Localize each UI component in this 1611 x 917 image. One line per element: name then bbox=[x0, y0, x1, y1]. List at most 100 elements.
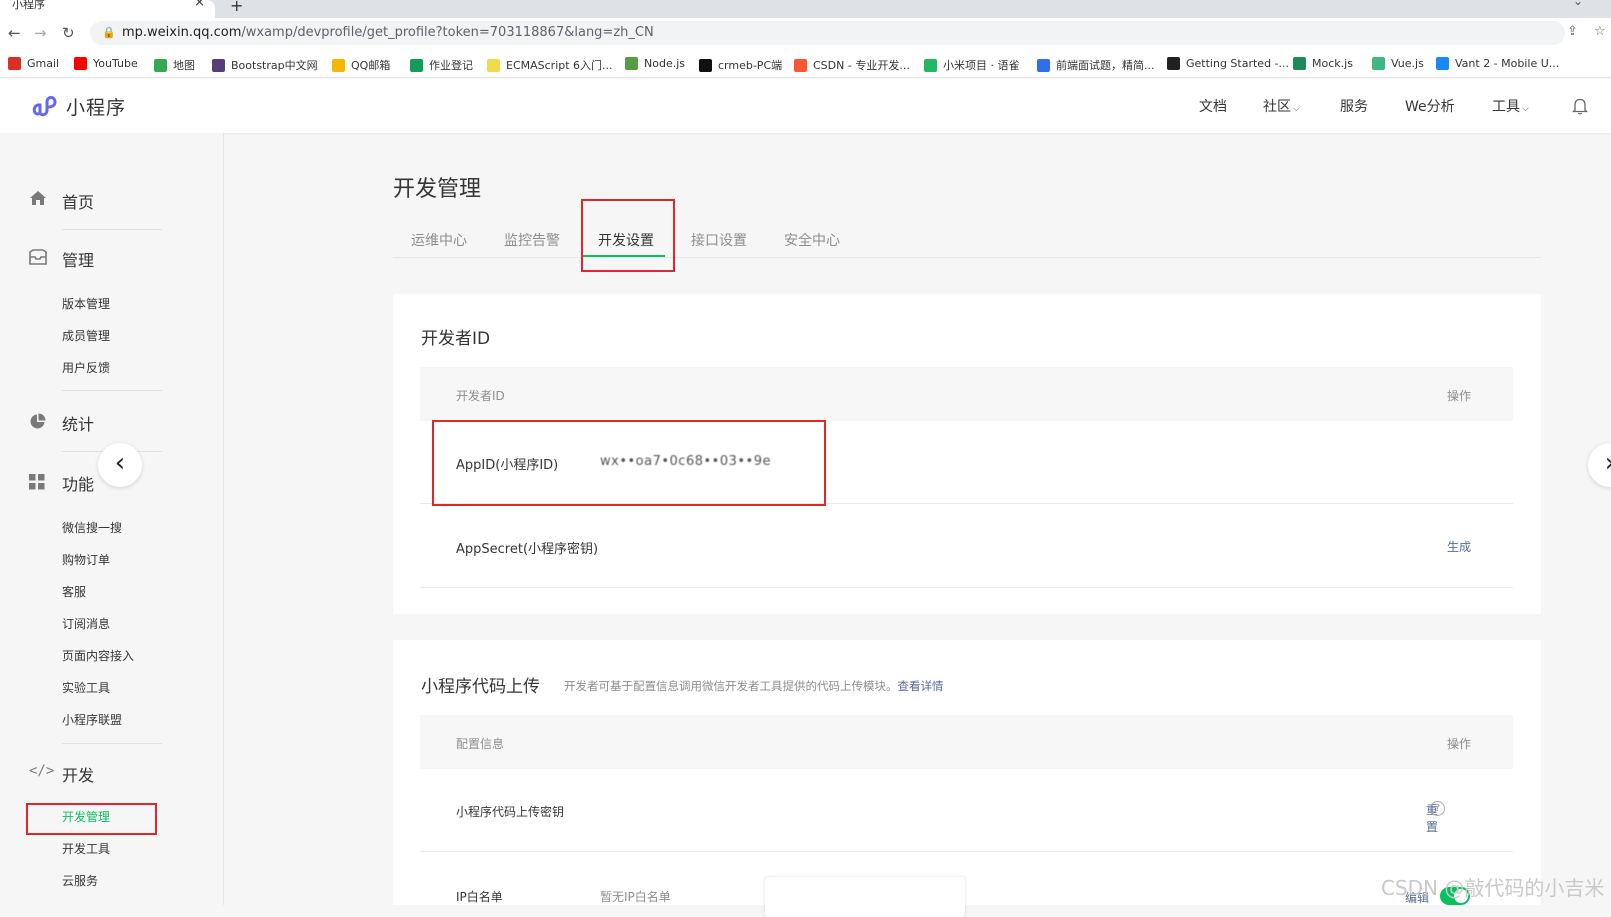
sidebar-item-manage[interactable]: 管理 bbox=[62, 247, 94, 271]
csdn-icon bbox=[794, 58, 807, 72]
sidebar-item-features[interactable]: 功能 bbox=[62, 471, 94, 495]
nav-community-label: 社区 bbox=[1263, 99, 1291, 115]
tab-monitoring[interactable]: 监控告警 bbox=[504, 230, 560, 250]
sidebar-item-dev[interactable]: 开发 bbox=[62, 762, 94, 786]
divider bbox=[62, 743, 162, 744]
nav-docs[interactable]: 文档 bbox=[1199, 96, 1227, 116]
sidebar-item-alliance[interactable]: 小程序联盟 bbox=[62, 711, 122, 728]
new-tab-button[interactable]: + bbox=[230, 0, 243, 15]
nav-service[interactable]: 服务 bbox=[1340, 96, 1368, 116]
bookmark-label: 作业登记 bbox=[429, 59, 473, 72]
sheet-icon bbox=[410, 58, 423, 72]
share-icon[interactable]: ⇪ bbox=[1567, 24, 1578, 39]
nav-community[interactable]: 社区 ⌵ bbox=[1263, 96, 1300, 116]
url-field[interactable]: 🔒 mp.weixin.qq.com/wxamp/devprofile/get_… bbox=[90, 21, 1565, 45]
appsecret-label: AppSecret(小程序密钥) bbox=[456, 542, 599, 557]
help-icon[interactable]: ? bbox=[1430, 801, 1445, 816]
bookmark-nodejs[interactable]: Node.js bbox=[625, 57, 685, 70]
bookmark-yuque[interactable]: 小米项目 · 语雀 bbox=[924, 57, 1020, 73]
tooltip-popover bbox=[765, 877, 965, 917]
column-header-action: 操作 bbox=[1447, 389, 1472, 403]
watermark: CSDN @敲代码的小吉米 bbox=[1381, 876, 1605, 900]
forward-icon[interactable]: → bbox=[34, 24, 47, 42]
gmail-icon bbox=[8, 57, 21, 70]
bookmark-label: Mock.js bbox=[1312, 57, 1353, 70]
card-title: 小程序代码上传 bbox=[421, 677, 540, 697]
upload-key-label: 小程序代码上传密钥 bbox=[456, 805, 565, 819]
bookmark-label: 小米项目 · 语雀 bbox=[943, 59, 1020, 72]
bookmark-label: CSDN - 专业开发... bbox=[813, 59, 910, 72]
doc-icon bbox=[1037, 58, 1050, 72]
sidebar-item-home[interactable]: 首页 bbox=[62, 189, 94, 213]
bookmark-label: Gmail bbox=[27, 57, 60, 70]
sidebar-item-customer-service[interactable]: 客服 bbox=[62, 583, 86, 600]
sidebar-item-page-content[interactable]: 页面内容接入 bbox=[62, 647, 134, 664]
tab-security[interactable]: 安全中心 bbox=[784, 230, 840, 250]
code-icon: </> bbox=[29, 763, 55, 779]
generate-secret-link[interactable]: 生成 bbox=[1447, 538, 1471, 555]
divider bbox=[62, 390, 162, 391]
sidebar: 首页 管理 版本管理 成员管理 用户反馈 统计 功能 微信搜一搜 购物订单 客服… bbox=[0, 133, 224, 905]
sidebar-item-version[interactable]: 版本管理 bbox=[62, 295, 110, 312]
bootstrap-icon bbox=[212, 58, 225, 72]
bookmark-youtube[interactable]: YouTube bbox=[74, 57, 138, 70]
bookmark-bootstrap[interactable]: Bootstrap中文网 bbox=[212, 57, 318, 73]
sidebar-item-subscribe[interactable]: 订阅消息 bbox=[62, 615, 110, 632]
divider bbox=[62, 229, 162, 230]
bookmark-mock[interactable]: Mock.js bbox=[1293, 57, 1353, 70]
tab-ops-center[interactable]: 运维中心 bbox=[411, 230, 467, 250]
sidebar-item-cloud[interactable]: 云服务 bbox=[62, 872, 98, 889]
bell-icon[interactable] bbox=[1572, 97, 1588, 115]
highlight-box bbox=[432, 420, 826, 506]
bookmark-label: Vue.js bbox=[1391, 57, 1424, 70]
close-tab-icon[interactable]: × bbox=[194, 0, 205, 9]
sidebar-item-experiment[interactable]: 实验工具 bbox=[62, 679, 110, 696]
chevron-down-icon: ⌵ bbox=[1293, 104, 1300, 114]
bookmark-doc[interactable]: 前端面试题，精简... bbox=[1037, 57, 1155, 73]
bookmark-maps[interactable]: 地图 bbox=[154, 57, 195, 73]
grid-icon bbox=[29, 474, 45, 490]
tab-api-settings[interactable]: 接口设置 bbox=[691, 230, 747, 250]
bookmark-qqmail[interactable]: QQ邮箱 bbox=[332, 57, 390, 73]
tab-search-icon[interactable]: ⌄ bbox=[1573, 0, 1583, 8]
bookmark-vant[interactable]: Vant 2 - Mobile U... bbox=[1436, 57, 1559, 70]
bookmark-github[interactable]: Getting Started -... bbox=[1167, 57, 1289, 70]
nav-tools[interactable]: 工具 ⌵ bbox=[1492, 96, 1529, 116]
bookmark-label: Node.js bbox=[644, 57, 685, 70]
bookmark-label: QQ邮箱 bbox=[351, 59, 391, 72]
chevron-right-icon[interactable]: › bbox=[1588, 443, 1611, 487]
table-header: 开发者ID 操作 bbox=[420, 367, 1513, 421]
star-icon[interactable]: ☆ bbox=[1594, 24, 1606, 39]
bookmark-csdn[interactable]: CSDN - 专业开发... bbox=[794, 57, 910, 73]
view-details-link[interactable]: 查看详情 bbox=[898, 679, 944, 693]
sidebar-item-orders[interactable]: 购物订单 bbox=[62, 551, 110, 568]
nav-we-analysis[interactable]: We分析 bbox=[1405, 96, 1455, 116]
back-icon[interactable]: ← bbox=[8, 24, 21, 42]
yuque-icon bbox=[924, 58, 937, 72]
table-row-upload-key: 小程序代码上传密钥 重置? bbox=[420, 769, 1513, 852]
reload-icon[interactable]: ↻ bbox=[62, 24, 75, 42]
bookmark-gmail[interactable]: Gmail bbox=[8, 57, 59, 70]
sidebar-item-members[interactable]: 成员管理 bbox=[62, 327, 110, 344]
sidebar-item-wechat-search[interactable]: 微信搜一搜 bbox=[62, 519, 122, 536]
card-title: 开发者ID bbox=[421, 329, 491, 349]
chevron-left-icon[interactable]: ‹ bbox=[98, 443, 142, 487]
bookmark-label: Getting Started -... bbox=[1186, 57, 1290, 70]
browser-tab-bar: 小程序 × + ⌄ bbox=[0, 0, 1611, 18]
nodejs-icon bbox=[625, 57, 638, 70]
bookmark-label: YouTube bbox=[93, 57, 138, 70]
bookmarks-bar: Gmail YouTube 地图 Bootstrap中文网 QQ邮箱 作业登记 ECMASc… bbox=[0, 50, 1611, 78]
bookmark-crmeb[interactable]: crmeb-PC端 bbox=[699, 57, 782, 73]
sidebar-item-dev-tools[interactable]: 开发工具 bbox=[62, 840, 110, 857]
tab-title: 小程序 bbox=[12, 0, 45, 11]
sidebar-item-stats[interactable]: 统计 bbox=[62, 411, 94, 435]
tab-bar: 运维中心 监控告警 开发设置 接口设置 安全中心 bbox=[393, 222, 1541, 258]
logo-text: 小程序 bbox=[66, 96, 127, 119]
url-path: /wxamp/devprofile/get_profile?token=7031… bbox=[241, 25, 654, 40]
bookmark-sheet[interactable]: 作业登记 bbox=[410, 57, 473, 73]
bookmark-es[interactable]: ECMAScript 6入门... bbox=[487, 57, 613, 73]
logo[interactable]: 小程序 bbox=[30, 92, 126, 120]
bookmark-vue[interactable]: Vue.js bbox=[1372, 57, 1424, 70]
sidebar-item-feedback[interactable]: 用户反馈 bbox=[62, 359, 110, 376]
browser-tab[interactable]: 小程序 × bbox=[0, 0, 215, 18]
